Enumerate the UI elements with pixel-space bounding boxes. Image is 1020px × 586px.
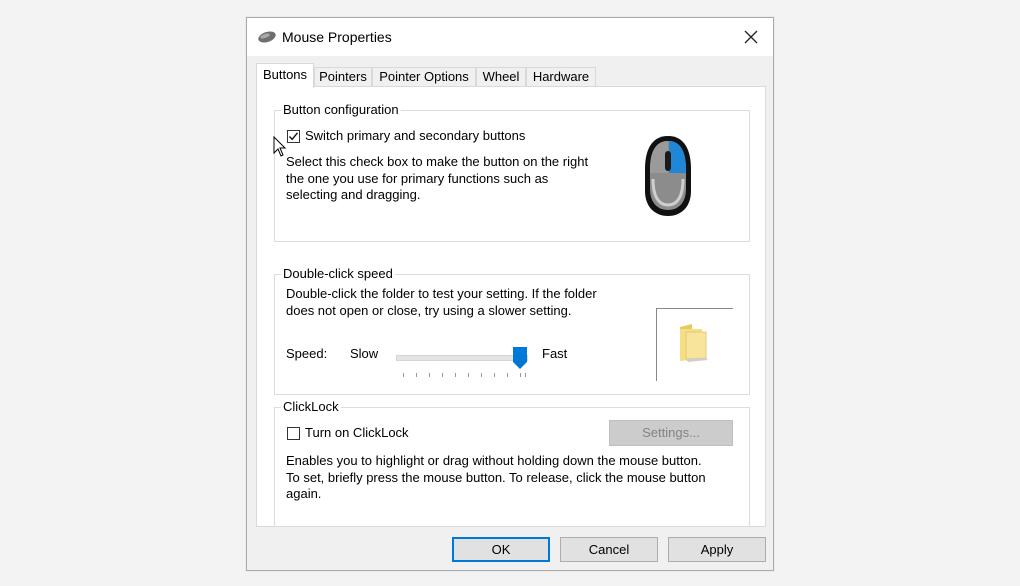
- close-button[interactable]: [729, 18, 773, 56]
- slider-tick: [442, 373, 443, 377]
- button-configuration-description: Select this check box to make the button…: [286, 154, 588, 204]
- slider-tick: [403, 373, 404, 377]
- clicklock-settings-button[interactable]: Settings...: [609, 420, 733, 446]
- button-configuration-title: Button configuration: [281, 102, 401, 118]
- clicklock-checkbox[interactable]: [287, 427, 300, 440]
- slider-tick: [520, 373, 521, 377]
- slider-thumb[interactable]: [513, 347, 527, 372]
- slider-tick: [429, 373, 430, 377]
- speed-label: Speed:: [286, 346, 328, 361]
- ok-button[interactable]: OK: [452, 537, 550, 562]
- buttons-tab-panel: Button configuration Switch primary and …: [256, 86, 766, 527]
- tab-hardware[interactable]: Hardware: [526, 67, 596, 87]
- slider-tick: [507, 373, 508, 377]
- fast-label: Fast: [542, 346, 568, 361]
- double-click-speed-slider[interactable]: [396, 345, 532, 379]
- switch-buttons-checkbox[interactable]: [287, 130, 300, 143]
- tab-pointer-options[interactable]: Pointer Options: [372, 67, 476, 87]
- slider-tick: [416, 373, 417, 377]
- slow-label: Slow: [350, 346, 379, 361]
- mouse-icon: [258, 31, 276, 43]
- description-line: Select this check box to make the button…: [286, 154, 589, 169]
- slider-tick: [481, 373, 482, 377]
- window-title: Mouse Properties: [282, 29, 392, 45]
- slider-tick: [494, 373, 495, 377]
- test-folder-area[interactable]: [656, 308, 733, 381]
- slider-tick: [468, 373, 469, 377]
- button-configuration-group: Button configuration Switch primary and …: [274, 102, 750, 242]
- clicklock-description: Enables you to highlight or drag without…: [286, 453, 706, 503]
- title-bar: Mouse Properties: [247, 18, 773, 56]
- slider-track: [396, 355, 528, 361]
- switch-buttons-label[interactable]: Switch primary and secondary buttons: [305, 128, 525, 143]
- close-icon: [744, 30, 758, 44]
- clicklock-label[interactable]: Turn on ClickLock: [305, 425, 409, 440]
- description-line: again.: [286, 486, 322, 501]
- clicklock-title: ClickLock: [281, 399, 341, 415]
- slider-tick: [455, 373, 456, 377]
- double-click-speed-title: Double-click speed: [281, 266, 395, 282]
- mouse-cursor-icon: [273, 136, 287, 157]
- clicklock-group: ClickLock Turn on ClickLock Settings... …: [274, 399, 750, 527]
- mouse-illustration-icon: [645, 136, 691, 216]
- description-line: Double-click the folder to test your set…: [286, 286, 597, 301]
- checkmark-icon: [288, 132, 299, 141]
- folder-icon: [680, 324, 708, 362]
- double-click-speed-group: Double-click speed Double-click the fold…: [274, 266, 750, 395]
- description-line: To set, briefly press the mouse button. …: [286, 469, 706, 485]
- mouse-properties-dialog: Mouse Properties Buttons Pointers Pointe…: [246, 17, 774, 571]
- apply-button[interactable]: Apply: [668, 537, 766, 562]
- description-line: Enables you to highlight or drag without…: [286, 453, 702, 468]
- description-line: the one you use for primary functions su…: [286, 170, 549, 186]
- tab-wheel[interactable]: Wheel: [476, 67, 526, 87]
- tab-pointers[interactable]: Pointers: [314, 67, 372, 87]
- tab-buttons[interactable]: Buttons: [256, 63, 314, 88]
- slider-thumb-shape: [513, 347, 527, 369]
- double-click-description: Double-click the folder to test your set…: [286, 286, 597, 319]
- cancel-button[interactable]: Cancel: [560, 537, 658, 562]
- slider-tick: [525, 373, 526, 377]
- description-line: does not open or close, try using a slow…: [286, 302, 572, 318]
- description-line: selecting and dragging.: [286, 187, 421, 202]
